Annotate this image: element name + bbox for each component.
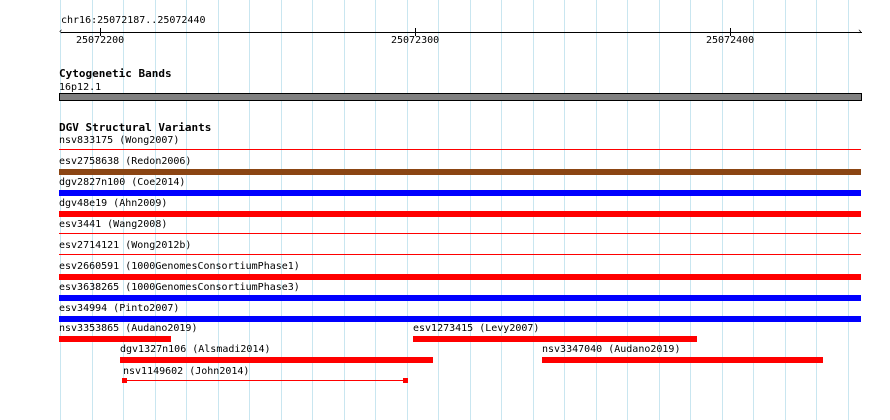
grid-line <box>60 0 61 420</box>
dgv-feature-nsv1149602[interactable] <box>125 380 406 381</box>
dgv-feature-label: esv3638265 (1000GenomesConsortiumPhase3) <box>59 282 300 293</box>
ruler-left-arrow-icon[interactable]: ‹ <box>58 28 63 37</box>
cytogenetic-bands-track-title: Cytogenetic Bands <box>59 67 172 80</box>
dgv-feature-esv2714121[interactable] <box>59 254 861 255</box>
dgv-feature-label: nsv1149602 (John2014) <box>123 366 250 377</box>
dgv-feature-label: esv34994 (Pinto2007) <box>59 303 180 314</box>
genome-browser-view: chr16:25072187..25072440 ‹ › 25072200 25… <box>0 0 890 420</box>
cytoband-label: 16p12.1 <box>59 82 102 93</box>
feature-endcap-right <box>403 378 408 383</box>
dgv-feature-dgv1327n106[interactable] <box>120 357 433 363</box>
ruler-right-arrow-icon[interactable]: › <box>857 28 862 37</box>
ruler-tick-label: 25072200 <box>76 35 125 46</box>
dgv-feature-esv1273415[interactable] <box>413 336 697 342</box>
dgv-feature-label: dgv48e19 (Ahn2009) <box>59 198 168 209</box>
dgv-feature-label: nsv3353865 (Audano2019) <box>59 323 198 334</box>
ruler-tick-label: 25072400 <box>706 35 755 46</box>
dgv-feature-esv2660591[interactable] <box>59 274 861 280</box>
dgv-feature-esv34994[interactable] <box>59 316 861 322</box>
ruler-line <box>61 32 862 33</box>
dgv-feature-esv3441[interactable] <box>59 233 861 234</box>
grid-line <box>438 0 439 420</box>
dgv-feature-nsv3347040[interactable] <box>542 357 823 363</box>
dgv-track-title: DGV Structural Variants <box>59 121 212 134</box>
feature-endcap-left <box>122 378 127 383</box>
grid-line <box>501 0 502 420</box>
grid-line <box>92 0 93 420</box>
dgv-feature-label: dgv1327n106 (Alsmadi2014) <box>120 344 271 355</box>
dgv-feature-label: esv1273415 (Levy2007) <box>413 323 540 334</box>
dgv-feature-label: esv2714121 (Wong2012b) <box>59 240 192 251</box>
dgv-feature-dgv48e19[interactable] <box>59 211 861 217</box>
dgv-feature-nsv833175[interactable] <box>59 149 861 150</box>
dgv-feature-label: nsv833175 (Wong2007) <box>59 135 180 146</box>
dgv-feature-esv2758638[interactable] <box>59 169 861 175</box>
dgv-feature-label: nsv3347040 (Audano2019) <box>542 344 681 355</box>
ruler-tick-label: 25072300 <box>391 35 440 46</box>
dgv-feature-label: esv2758638 (Redon2006) <box>59 156 192 167</box>
dgv-feature-label: dgv2827n100 (Coe2014) <box>59 177 186 188</box>
dgv-feature-label: esv3441 (Wang2008) <box>59 219 168 230</box>
grid-line <box>533 0 534 420</box>
grid-line <box>848 0 849 420</box>
dgv-feature-dgv2827n100[interactable] <box>59 190 861 196</box>
cytoband-feature[interactable] <box>59 93 862 101</box>
dgv-feature-label: esv2660591 (1000GenomesConsortiumPhase1) <box>59 261 300 272</box>
region-label: chr16:25072187..25072440 <box>61 15 206 26</box>
dgv-feature-esv3638265[interactable] <box>59 295 861 301</box>
dgv-feature-nsv3353865[interactable] <box>59 336 171 342</box>
grid-line <box>470 0 471 420</box>
